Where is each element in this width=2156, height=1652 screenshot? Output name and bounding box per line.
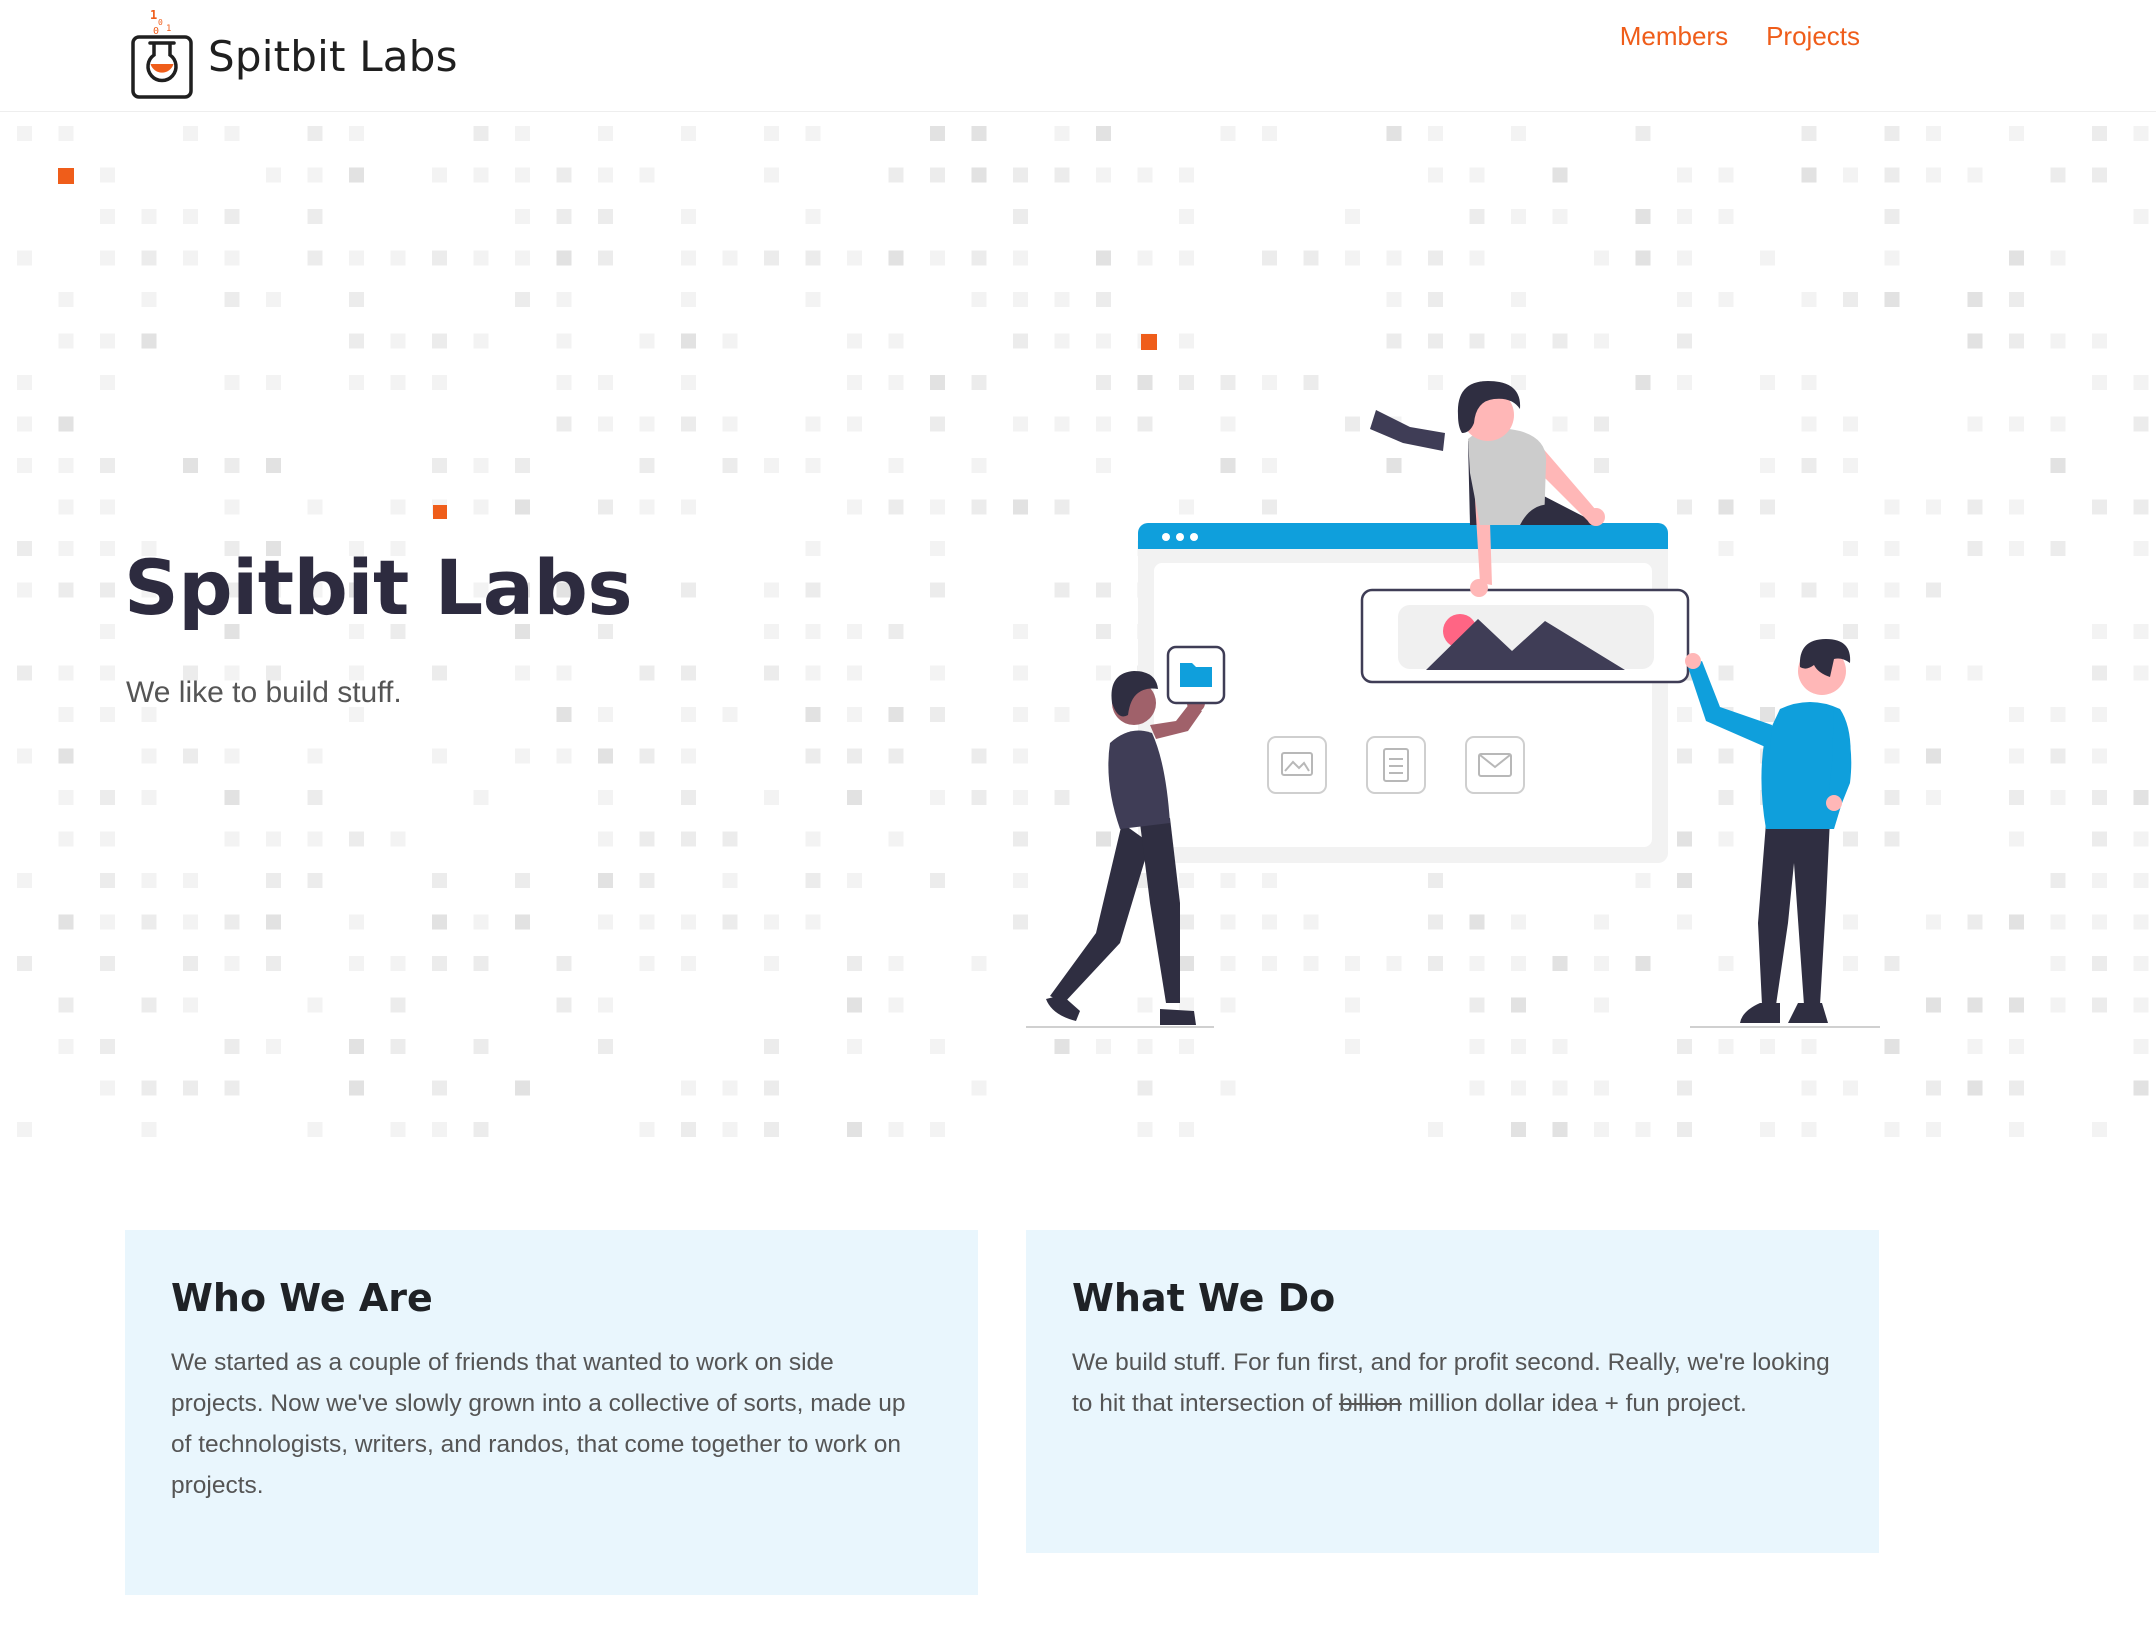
image-icon <box>1267 736 1327 794</box>
nav-members-link[interactable]: Members <box>1620 20 1728 52</box>
site-logo-link[interactable]: 1 0 0 1 Spitbit Labs <box>130 0 458 112</box>
nav-projects-link[interactable]: Projects <box>1766 20 1860 52</box>
main-nav: Members Projects <box>1620 20 1860 52</box>
hero-title: Spitbit Labs <box>124 543 633 632</box>
document-icon <box>1366 736 1426 794</box>
flask-logo-icon: 1 0 0 1 <box>131 8 193 99</box>
struck-word: billion <box>1338 1390 1402 1417</box>
what-we-do-title: What We Do <box>1072 1276 1336 1320</box>
who-we-are-title: Who We Are <box>171 1276 433 1320</box>
what-we-do-body: We build stuff. For fun first, and for p… <box>1072 1342 1833 1424</box>
team-building-illustration <box>1026 381 1880 1028</box>
hero-section: Spitbit Labs We like to build stuff. <box>0 113 2156 1143</box>
hero-subtitle: We like to build stuff. <box>126 676 402 709</box>
who-we-are-card: Who We Are We started as a couple of fri… <box>125 1230 978 1595</box>
logo-text: Spitbit Labs <box>208 31 458 81</box>
what-we-do-card: What We Do We build stuff. For fun first… <box>1026 1230 1879 1553</box>
svg-text:1: 1 <box>150 8 157 22</box>
svg-text:1: 1 <box>166 24 171 34</box>
what-we-do-body-end: million dollar idea + fun project. <box>1401 1390 1747 1417</box>
who-we-are-body: We started as a couple of friends that w… <box>171 1349 906 1499</box>
site-header: 1 0 0 1 Spitbit Labs Members Projects <box>0 0 2156 112</box>
browser-title-bar <box>1138 523 1668 549</box>
mail-icon <box>1465 736 1525 794</box>
